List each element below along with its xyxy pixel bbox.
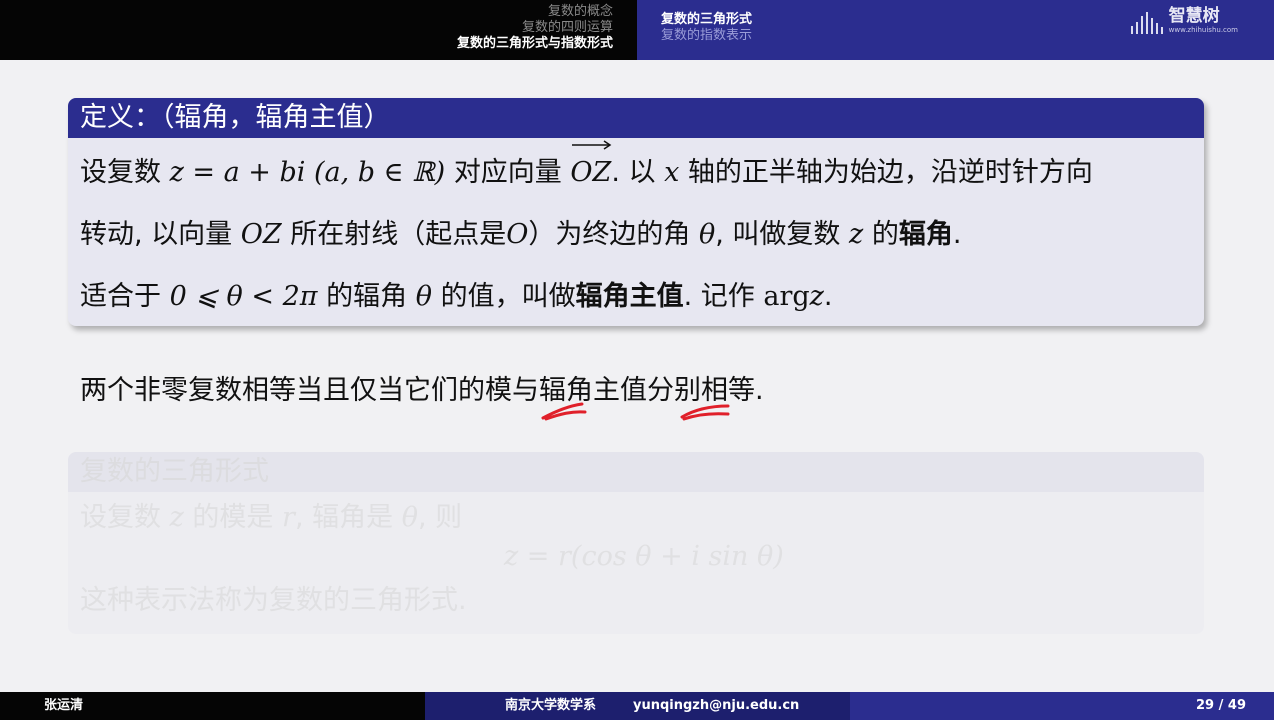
- footer-bar: 张运清 南京大学数学系 yunqingzh@nju.edu.cn 29 / 49: [0, 692, 1274, 720]
- footer-author: 张运清: [44, 698, 84, 713]
- footer-left: 张运清: [0, 692, 425, 720]
- footer-institution: 南京大学数学系: [505, 698, 597, 713]
- math-r: r: [282, 502, 295, 533]
- trig-form-body: 设复数 z 的模是 r, 辐角是 θ, 则 z = r(cos θ + i si…: [68, 492, 1204, 632]
- math-z: z: [169, 502, 184, 533]
- trig-form-block: 复数的三角形式 设复数 z 的模是 r, 辐角是 θ, 则 z = r(cos …: [68, 452, 1204, 634]
- footer-page-number: 29 / 49: [1196, 698, 1246, 713]
- text: 的模是: [192, 502, 274, 533]
- footer-right: 29 / 49: [850, 692, 1274, 720]
- trig-form-line-3: 这种表示法称为复数的三角形式.: [80, 585, 467, 616]
- trig-form-title: 复数的三角形式: [68, 452, 1204, 492]
- underline-mark-principal: [680, 404, 730, 421]
- trig-form-formula: z = r(cos θ + i sin θ): [504, 541, 784, 572]
- text: , 辐角是: [294, 502, 394, 533]
- text: 设复数: [80, 502, 161, 533]
- underline-mark-modulus: [541, 402, 587, 421]
- trig-form-line-1: 设复数 z 的模是 r, 辐角是 θ, 则: [80, 492, 1192, 544]
- text: , 则: [417, 502, 463, 533]
- math-theta: θ: [401, 502, 418, 533]
- footer-email: yunqingzh@nju.edu.cn: [633, 698, 800, 713]
- footer-middle: 南京大学数学系 yunqingzh@nju.edu.cn: [425, 692, 850, 720]
